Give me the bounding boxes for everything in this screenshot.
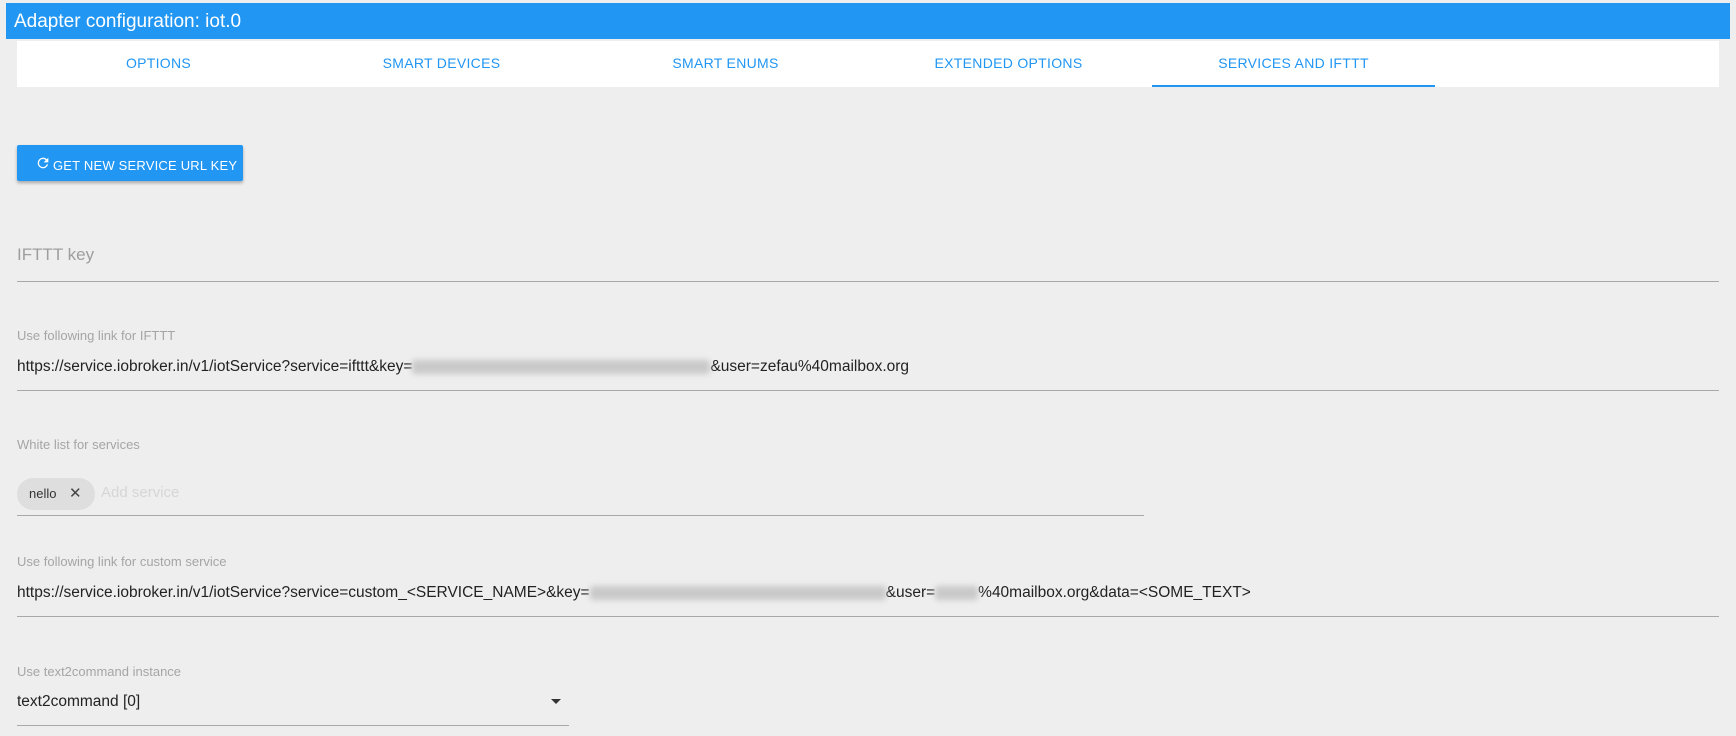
get-new-service-url-key-label: GET NEW SERVICE URL KEY bbox=[53, 158, 238, 173]
text2command-select[interactable]: text2command [0] bbox=[17, 693, 140, 711]
chevron-down-icon[interactable] bbox=[551, 699, 561, 704]
ifttt-key-input[interactable]: IFTTT key bbox=[17, 245, 94, 265]
ifttt-link-label: Use following link for IFTTT bbox=[17, 328, 176, 343]
custom-link-middle: &user= bbox=[885, 584, 936, 601]
refresh-icon bbox=[37, 157, 49, 169]
ifttt-link-suffix: &user=zefau%40mailbox.org bbox=[710, 358, 910, 375]
tab-smart-enums[interactable]: SMART ENUMS bbox=[584, 41, 867, 87]
ifttt-link-prefix: https://service.iobroker.in/v1/iotServic… bbox=[17, 358, 413, 375]
tab-smart-devices[interactable]: SMART DEVICES bbox=[300, 41, 583, 87]
chip-nello: nello ✕ bbox=[17, 478, 95, 510]
tab-services-and-ifttt[interactable]: SERVICES AND IFTTT bbox=[1152, 41, 1435, 87]
tab-options[interactable]: OPTIONS bbox=[17, 41, 300, 87]
text2command-underline bbox=[17, 725, 569, 726]
custom-link-field[interactable]: https://service.iobroker.in/v1/iotServic… bbox=[17, 584, 1251, 602]
text2command-label: Use text2command instance bbox=[17, 664, 182, 679]
get-new-service-url-key-button[interactable]: GET NEW SERVICE URL KEY bbox=[17, 145, 243, 181]
custom-link-prefix: https://service.iobroker.in/v1/iotServic… bbox=[17, 584, 590, 601]
tab-bar: OPTIONS SMART DEVICES SMART ENUMS EXTEND… bbox=[17, 41, 1719, 87]
window-title: Adapter configuration: iot.0 bbox=[6, 3, 1730, 39]
white-list-underline bbox=[17, 515, 1144, 516]
custom-link-label: Use following link for custom service bbox=[17, 554, 227, 569]
redacted-key bbox=[589, 585, 886, 600]
tab-extended-options[interactable]: EXTENDED OPTIONS bbox=[867, 41, 1150, 87]
redacted-user bbox=[935, 585, 979, 600]
ifttt-key-underline bbox=[17, 281, 1719, 282]
custom-link-underline bbox=[17, 616, 1719, 617]
chip-label: nello bbox=[29, 486, 57, 501]
custom-link-suffix: %40mailbox.org&data=<SOME_TEXT> bbox=[978, 584, 1251, 601]
white-list-label: White list for services bbox=[17, 437, 140, 452]
add-service-input[interactable]: Add service bbox=[101, 484, 179, 501]
ifttt-link-field[interactable]: https://service.iobroker.in/v1/iotServic… bbox=[17, 358, 909, 376]
ifttt-link-underline bbox=[17, 390, 1719, 391]
close-icon[interactable]: ✕ bbox=[69, 478, 82, 510]
redacted-key bbox=[412, 359, 711, 374]
